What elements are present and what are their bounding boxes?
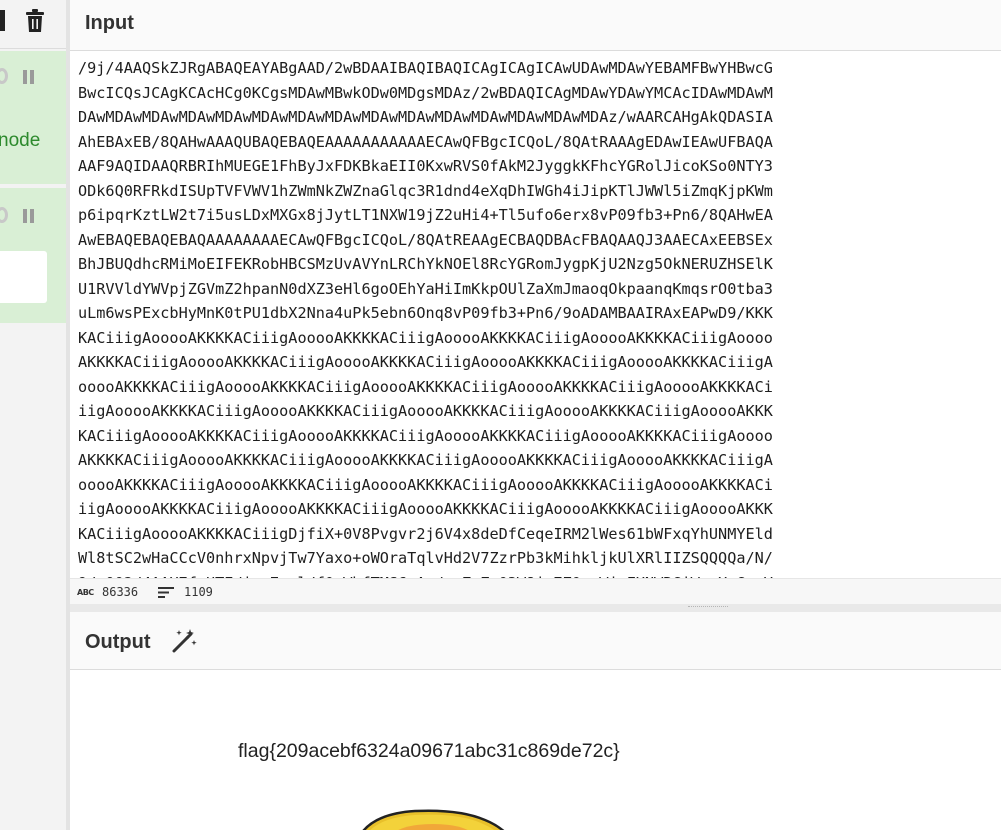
- input-text-line: AKKKKACiiigAooooAKKKKACiiigAooooAKKKKACi…: [78, 451, 773, 469]
- input-text-line: p6ipqrKztLW2t7i5usLDxMXGx8jJytLT1NXW19jZ…: [78, 206, 773, 224]
- recipe-operation-1[interactable]: node: [0, 51, 66, 184]
- recipe-toolbar: [0, 0, 66, 49]
- input-text-line: KACiiigAooooAKKKKACiiigAooooAKKKKACiiigA…: [78, 328, 773, 347]
- input-text-line: /9j/4AAQSkZJRgABAQEAYABgAAD/2wBDAAIBAQIB…: [78, 59, 773, 77]
- duck-image: [362, 809, 505, 830]
- trash-icon[interactable]: [24, 9, 46, 33]
- input-text-line: iigAooooAKKKKACiiigAooooAKKKKACiiigAoooo…: [78, 500, 773, 518]
- input-textarea[interactable]: /9j/4AAQSkZJRgABAQEAYABgAAD/2wBDAAIBAQIB…: [70, 51, 1001, 578]
- input-text-line: AhEBAxEB/8QAHwAAAQUBAQEBAQEAAAAAAAAAAAEC…: [78, 132, 773, 151]
- panel-resizer[interactable]: [70, 604, 1001, 612]
- input-text-line: KACiiigAooooAKKKKACiiigDjfiX+0V8Pvgvr2j6…: [78, 524, 773, 543]
- line-count: 1109: [184, 585, 213, 599]
- magic-wand-icon[interactable]: [170, 627, 198, 655]
- input-text-line: AwEBAQEBAQEBAQAAAAAAAAECAwQFBgcICQoL/8QA…: [78, 230, 773, 249]
- lines-icon: [158, 587, 174, 598]
- input-text-line: BhJBUQdhcRMiMoEIFEKRobHBCSMzUvAVYnLRChYk…: [78, 255, 773, 273]
- save-recipe-icon[interactable]: [0, 10, 5, 31]
- resizer-grip[interactable]: [688, 606, 728, 610]
- character-count-icon: ABC: [77, 588, 94, 597]
- input-text-line: ooooAKKKKACiiigAooooAKKKKACiiigAooooAKKK…: [78, 475, 773, 494]
- input-header: Input: [70, 0, 1001, 51]
- input-text-line: Wl8tSC2wHaCCcV0nhrxNpvjTw7Yaxo+oWOraTqlv…: [78, 549, 773, 567]
- disable-toggle-icon[interactable]: [0, 207, 8, 223]
- character-count: 86336: [102, 585, 139, 599]
- output-title: Output: [85, 631, 151, 653]
- output-flag-text: flag{209acebf6324a09671abc31c869de72c}: [238, 740, 620, 762]
- pause-icon[interactable]: [23, 70, 35, 84]
- recipe-column: node: [0, 0, 66, 830]
- input-text-line: iigAooooAKKKKACiiigAooooAKKKKACiiigAoooo…: [78, 402, 773, 420]
- input-status-bar: ABC 86336 1109: [70, 578, 1001, 605]
- input-text-line: ooooAKKKKACiiigAooooAKKKKACiiigAooooAKKK…: [78, 377, 773, 396]
- input-text-line: DAwMDAwMDAwMDAwMDAwMDAwMDAwMDAwMDAwMDAwM…: [78, 108, 773, 126]
- input-title: Input: [85, 12, 134, 34]
- input-text-line: 9/wOO2/4AAX7f+UTE/iwr7v+l/f0pWbfTMS6+Ax/…: [78, 571, 773, 579]
- pause-icon[interactable]: [23, 209, 35, 223]
- input-text-line: KACiiigAooooAKKKKACiiigAooooAKKKKACiiigA…: [78, 426, 773, 445]
- recipe-operation-2[interactable]: [0, 188, 66, 323]
- input-text-line: BwcICQsJCAgKCAcHCg0KCgsMDAwMBwkODw0MDgsM…: [78, 83, 773, 102]
- input-text-line: AAF9AQIDAAQRBRIhMUEGE1FhByJxFDKBkaEII0Kx…: [78, 157, 773, 175]
- operation-mode-label: node: [0, 130, 41, 151]
- input-text-line: ODk6Q0RFRkdISUpTVFVWV1hZWmNkZWZnaGlqc3R1…: [78, 181, 773, 200]
- output-header: Output: [70, 612, 1001, 670]
- input-text-line: AKKKKACiiigAooooAKKKKACiiigAooooAKKKKACi…: [78, 353, 773, 371]
- operation-argument-field[interactable]: [0, 251, 47, 303]
- disable-toggle-icon[interactable]: [0, 68, 8, 84]
- output-area[interactable]: flag{209acebf6324a09671abc31c869de72c}: [70, 670, 1001, 830]
- input-text-line: uLm6wsPExcbHyMnK0tPU1dbX2Nna4uPk5ebn6Onq…: [78, 304, 773, 322]
- input-text-line: U1RVVldYWVpjZGVmZ2hpanN0dXZ3eHl6goOEhYaH…: [78, 279, 773, 298]
